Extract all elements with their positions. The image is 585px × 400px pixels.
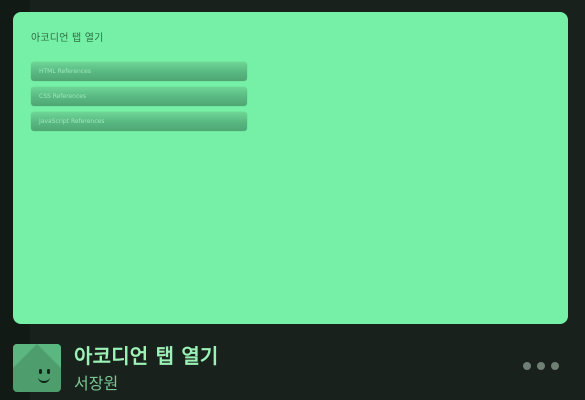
accordion-list: HTML References CSS References JavaScrip… [31,62,247,137]
eye-left [39,369,42,374]
smile-face-icon [35,369,59,385]
ellipsis-icon [551,362,559,370]
accordion-item-label: HTML References [39,68,91,75]
accordion-item-label: CSS References [39,93,87,100]
preview-panel[interactable]: 아코디언 탭 열기 HTML References CSS References… [13,12,568,324]
pen-title[interactable]: 아코디언 탭 열기 [74,340,219,369]
avatar-fold-left [13,344,37,368]
more-options-button[interactable] [523,360,559,372]
eye-right [47,369,50,374]
ellipsis-icon [537,362,545,370]
ellipsis-icon [523,362,531,370]
accordion-item-label: JavaScript References [39,118,105,125]
preview-title: 아코디언 탭 열기 [31,33,104,44]
pen-info-bar: 아코디언 탭 열기 서장원 [0,324,585,400]
accordion-item-javascript[interactable]: JavaScript References [31,112,247,131]
avatar-fold-right [37,344,61,368]
author-avatar[interactable] [13,344,61,392]
smile-mouth [38,376,50,383]
author-name[interactable]: 서장원 [74,370,118,394]
accordion-item-html[interactable]: HTML References [31,62,247,81]
accordion-item-css[interactable]: CSS References [31,87,247,106]
